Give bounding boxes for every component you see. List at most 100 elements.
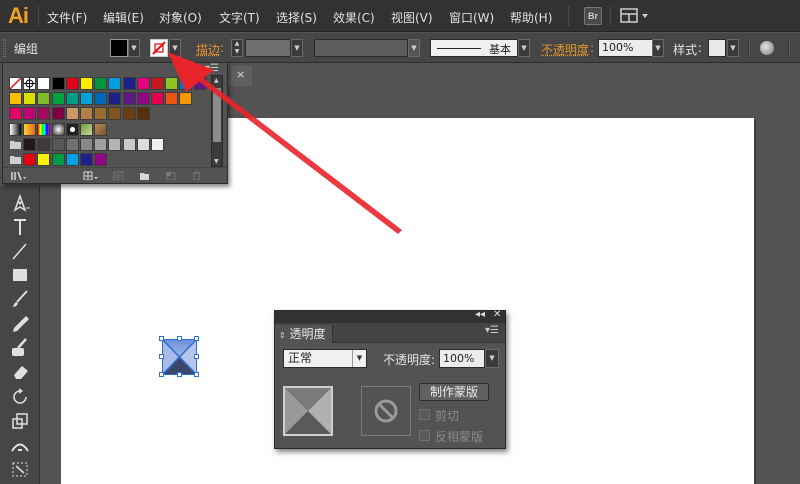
color-swatch[interactable] — [151, 77, 164, 90]
style-dropdown[interactable]: ▼ — [727, 39, 739, 57]
variable-width-profile[interactable] — [314, 39, 408, 57]
free-transform-tool[interactable] — [6, 458, 34, 480]
color-swatch[interactable] — [108, 77, 122, 90]
close-tab-icon[interactable]: × — [236, 68, 245, 81]
color-swatch[interactable] — [80, 92, 93, 106]
color-swatch[interactable] — [151, 92, 164, 106]
menu-effect[interactable]: 效果(C) — [333, 9, 375, 26]
color-swatch[interactable] — [108, 107, 122, 121]
color-swatch[interactable] — [94, 92, 108, 106]
color-swatch[interactable] — [108, 92, 122, 106]
color-swatch[interactable] — [37, 77, 51, 90]
menu-type[interactable]: 文字(T) — [219, 9, 260, 26]
color-swatch[interactable] — [94, 77, 108, 90]
pen-tool[interactable] — [6, 192, 34, 214]
clip-checkbox[interactable] — [419, 409, 430, 420]
bounding-handle[interactable] — [159, 354, 164, 359]
panel-menu-icon[interactable]: ▾☰ — [205, 63, 219, 74]
color-swatch[interactable] — [65, 77, 79, 90]
opacity-dropdown[interactable]: ▼ — [485, 349, 499, 368]
panel-menu-icon[interactable]: ▾☰ — [485, 325, 499, 336]
menu-window[interactable]: 窗口(W) — [449, 9, 494, 26]
opacity-dropdown[interactable]: ▼ — [652, 39, 664, 57]
color-swatch[interactable] — [108, 137, 122, 151]
bounding-handle[interactable] — [177, 372, 182, 377]
show-swatch-kinds-icon[interactable] — [83, 171, 99, 180]
color-swatch[interactable] — [122, 107, 136, 121]
swatch-none[interactable] — [9, 77, 22, 90]
menu-object[interactable]: 对象(O) — [159, 9, 202, 26]
color-swatch[interactable] — [65, 137, 79, 151]
color-swatch[interactable] — [37, 107, 51, 121]
color-swatch[interactable] — [136, 137, 150, 151]
swatch-group-folder-icon[interactable] — [9, 138, 22, 151]
color-swatch[interactable] — [80, 107, 93, 121]
document-tab[interactable]: × — [228, 66, 252, 86]
menu-file[interactable]: 文件(F) — [47, 9, 87, 26]
color-swatch[interactable] — [37, 92, 51, 106]
fill-color-swatch[interactable] — [110, 39, 128, 57]
stroke-color-swatch[interactable] — [150, 39, 168, 57]
paintbrush-tool[interactable] — [6, 288, 34, 310]
color-swatch[interactable] — [65, 153, 79, 166]
arrange-documents-button[interactable] — [620, 8, 652, 24]
close-panel-icon[interactable]: ✕ — [493, 309, 501, 320]
panel-titlebar[interactable]: ◂◂ ✕ — [275, 309, 505, 323]
fill-dropdown-button[interactable]: ▼ — [128, 39, 140, 57]
rotate-tool[interactable] — [6, 386, 34, 408]
color-swatch[interactable] — [136, 77, 150, 90]
swatch-grad-or[interactable] — [23, 122, 37, 136]
stroke-weight-field[interactable] — [245, 39, 291, 57]
opacity-label[interactable]: 不透明度 — [541, 41, 589, 58]
color-swatch[interactable] — [80, 153, 93, 166]
brush-dropdown[interactable]: ▼ — [518, 39, 530, 57]
color-swatch[interactable] — [80, 137, 93, 151]
menu-select[interactable]: 选择(S) — [276, 9, 317, 26]
color-swatch[interactable] — [165, 77, 179, 90]
swatch-grad-wb[interactable] — [9, 122, 22, 136]
color-swatch[interactable] — [37, 153, 51, 166]
selected-object-group[interactable] — [159, 336, 199, 377]
brush-definition-field[interactable]: 基本 — [430, 39, 518, 57]
bounding-handle[interactable] — [194, 372, 199, 377]
width-tool[interactable] — [6, 434, 34, 456]
color-swatch[interactable] — [122, 77, 136, 90]
color-swatch[interactable] — [151, 137, 164, 151]
color-swatch[interactable] — [122, 137, 136, 151]
stroke-label[interactable]: 描边 — [196, 41, 220, 58]
recolor-artwork-icon[interactable] — [760, 41, 774, 55]
swatch-grad-bw2[interactable] — [51, 122, 65, 136]
mask-thumbnail[interactable] — [361, 386, 411, 436]
opacity-input[interactable]: 100% — [439, 349, 485, 368]
scroll-thumb[interactable] — [213, 88, 221, 142]
object-thumbnail[interactable] — [283, 386, 333, 436]
color-swatch[interactable] — [23, 107, 37, 121]
color-swatch[interactable] — [37, 137, 51, 151]
color-swatch[interactable] — [9, 107, 22, 121]
scroll-down-icon[interactable]: ▼ — [214, 158, 219, 165]
eraser-tool[interactable] — [6, 360, 34, 382]
stroke-weight-dropdown[interactable]: ▼ — [291, 39, 303, 57]
color-swatch[interactable] — [193, 77, 207, 90]
line-segment-tool[interactable] — [6, 240, 34, 262]
graphic-style-swatch[interactable] — [708, 39, 726, 57]
color-swatch[interactable] — [80, 77, 93, 90]
color-swatch[interactable] — [51, 153, 65, 166]
menu-edit[interactable]: 编辑(E) — [103, 9, 144, 26]
make-mask-button[interactable]: 制作蒙版 — [419, 383, 489, 401]
stepper-icon[interactable]: ⇕ — [279, 331, 286, 340]
bounding-handle[interactable] — [177, 336, 182, 341]
stroke-dropdown-button[interactable]: ▼ — [169, 39, 181, 57]
delete-swatch-icon[interactable] — [191, 171, 202, 180]
swatch-pat-leaf[interactable] — [80, 122, 93, 136]
opacity-input[interactable]: 100% — [598, 39, 654, 57]
swatch-pat-dots[interactable] — [65, 122, 79, 136]
tab-transparency[interactable]: ⇕ 透明度 — [275, 325, 333, 343]
stroke-weight-stepper[interactable]: ▲ ▼ — [231, 39, 243, 57]
menu-view[interactable]: 视图(V) — [391, 9, 433, 26]
color-swatch[interactable] — [51, 77, 65, 90]
color-swatch[interactable] — [65, 107, 79, 121]
bounding-handle[interactable] — [194, 336, 199, 341]
scale-tool[interactable] — [6, 410, 34, 432]
blob-brush-tool[interactable] — [6, 336, 34, 358]
